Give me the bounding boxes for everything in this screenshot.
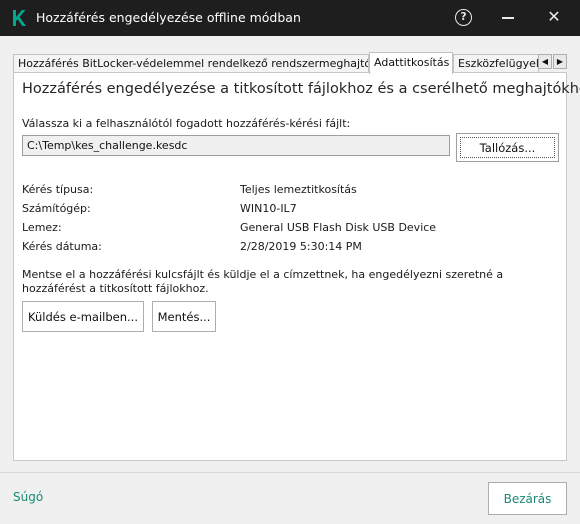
send-email-button[interactable]: Küldés e-mailben... [22, 301, 144, 332]
info-key: Kérés dátuma: [22, 240, 102, 253]
info-key: Számítógép: [22, 202, 91, 215]
tab-scroll-left-icon[interactable]: ◀ [538, 54, 552, 69]
tab-scroll-right-icon[interactable]: ▶ [553, 54, 567, 69]
window-title: Hozzáférés engedélyezése offline módban [36, 10, 301, 25]
kaspersky-logo-icon [13, 10, 26, 26]
info-row-disk: Lemez: General USB Flash Disk USB Device [22, 221, 562, 240]
info-row-request-date: Kérés dátuma: 2/28/2019 5:30:14 PM [22, 240, 562, 259]
minimize-icon[interactable] [502, 17, 514, 19]
info-key: Kérés típusa: [22, 183, 94, 196]
title-bar: Hozzáférés engedélyezése offline módban … [0, 0, 580, 36]
tab-data-encryption[interactable]: Adattitkosítás [369, 52, 453, 74]
info-key: Lemez: [22, 221, 62, 234]
help-icon[interactable]: ? [455, 9, 472, 26]
instruction-text: Mentse el a hozzáférési kulcsfájlt és kü… [22, 268, 504, 295]
info-row-request-type: Kérés típusa: Teljes lemeztitkosítás [22, 183, 562, 202]
info-value: General USB Flash Disk USB Device [240, 221, 437, 234]
info-value: 2/28/2019 5:30:14 PM [240, 240, 362, 253]
info-row-computer: Számítógép: WIN10-IL7 [22, 202, 562, 221]
file-prompt-label: Válassza ki a felhasználótól fogadott ho… [22, 117, 351, 130]
dialog-body: Hozzáférés BitLocker-védelemmel rendelke… [0, 36, 580, 472]
tab-bitlocker[interactable]: Hozzáférés BitLocker-védelemmel rendelke… [13, 54, 369, 73]
request-file-path-input[interactable] [22, 135, 450, 156]
info-value: WIN10-IL7 [240, 202, 297, 215]
tab-panel: Hozzáférés engedélyezése a titkosított f… [13, 72, 580, 461]
tab-device-control[interactable]: Eszközfelügyelet [453, 54, 539, 73]
close-button[interactable]: Bezárás [488, 482, 567, 515]
request-info: Kérés típusa: Teljes lemeztitkosítás Szá… [22, 183, 562, 259]
help-link[interactable]: Súgó [13, 490, 43, 504]
info-value: Teljes lemeztitkosítás [240, 183, 357, 196]
panel-heading: Hozzáférés engedélyezése a titkosított f… [22, 81, 580, 97]
footer-bar: Súgó Bezárás [0, 472, 580, 524]
close-icon[interactable]: ✕ [547, 9, 561, 25]
save-button[interactable]: Mentés... [152, 301, 216, 332]
browse-button[interactable]: Tallózás... [456, 133, 559, 162]
